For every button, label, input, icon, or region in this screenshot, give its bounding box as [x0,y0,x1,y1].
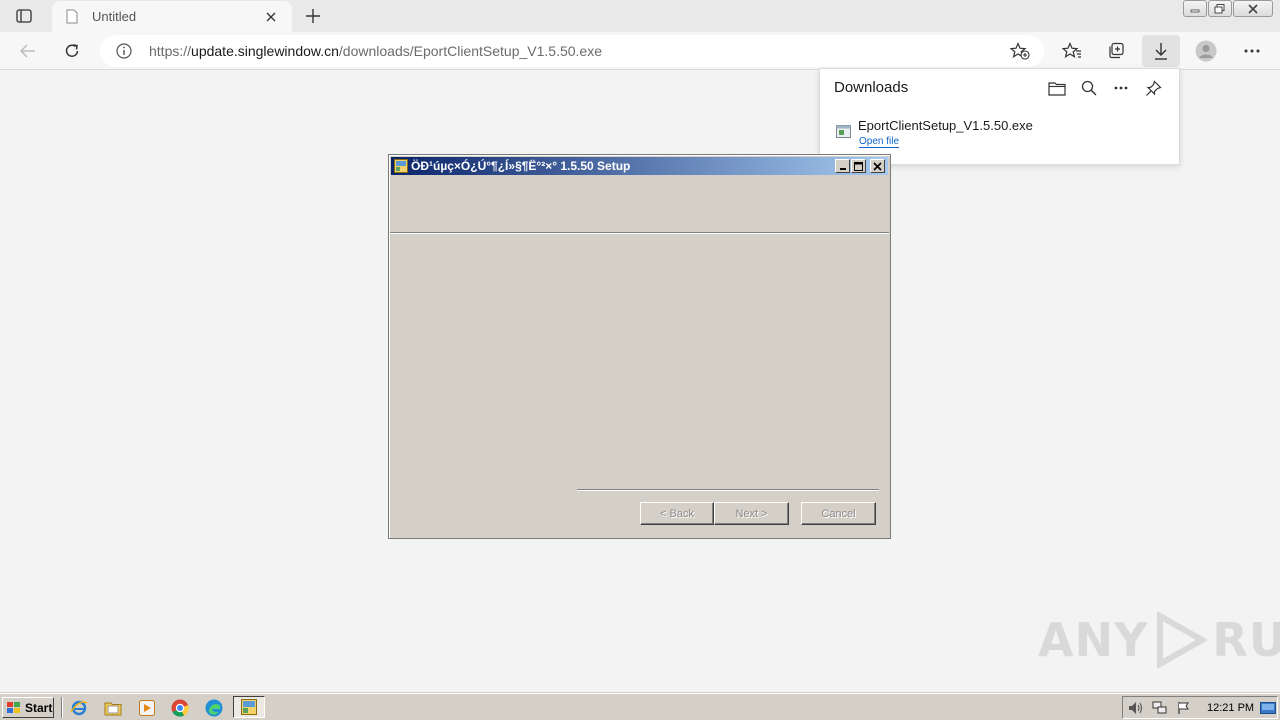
explorer-folder-icon[interactable] [103,698,123,718]
setup-header-area [390,175,889,233]
watermark-right: RUN [1212,613,1280,667]
close-icon[interactable] [262,8,280,26]
tab-actions-icon[interactable] [8,4,40,28]
chrome-icon[interactable] [170,698,190,718]
download-icon[interactable] [1142,35,1180,67]
back-button[interactable]: < Back [640,502,714,525]
tab-strip: Untitled [0,0,1280,32]
close-window-button[interactable] [1233,0,1273,17]
media-player-icon[interactable] [137,698,157,718]
restore-button[interactable] [1208,0,1232,17]
url-path: /downloads/EportClientSetup_V1.5.50.exe [338,43,602,59]
play-logo-icon [1157,612,1209,668]
start-label: Start [25,700,53,715]
info-icon[interactable] [116,43,132,64]
start-button[interactable]: Start [2,697,54,718]
watermark-left: ANY [1038,613,1149,667]
plus-icon[interactable] [300,4,326,28]
more-options-icon[interactable] [1110,78,1132,98]
downloads-title: Downloads [834,79,909,96]
more-icon[interactable] [1236,35,1268,67]
taskbar-separator [61,697,63,718]
back-icon[interactable] [12,35,44,67]
next-button[interactable]: Next > [714,502,789,525]
open-file-link[interactable]: Open file [859,136,900,148]
installer-taskbar-icon [241,699,257,715]
url-text[interactable]: https://update.singlewindow.cn/downloads… [149,43,602,59]
collections-icon[interactable] [1100,35,1132,67]
tab-untitled[interactable]: Untitled [52,1,292,32]
favorites-icon[interactable] [1056,35,1088,67]
show-desktop-icon[interactable] [1260,700,1276,716]
url-host: update.singlewindow.cn [191,43,339,59]
refresh-icon[interactable] [56,35,88,67]
taskbar-clock[interactable]: 12:21 PM [1207,702,1254,714]
downloads-panel: Downloads EportClientSetup_V1.5.50.exe O… [819,68,1180,165]
header-separator [390,232,889,234]
action-center-flag-icon[interactable] [1176,700,1192,716]
setup-close-icon[interactable] [870,159,885,173]
taskbar: Start 12:21 PM [0,693,1280,720]
profile-icon[interactable] [1190,35,1222,67]
page-icon [66,9,78,29]
setup-title: ÖÐ¹úµç×Ó¿Ú°¶¿Í»§¶Ë°²×° 1.5.50 Setup [411,159,631,173]
setup-minimize-icon[interactable] [835,159,850,173]
browser-toolbar: https://update.singlewindow.cn/downloads… [0,32,1280,70]
search-icon[interactable] [1078,78,1100,98]
edge-icon[interactable] [204,698,224,718]
folder-icon[interactable] [1046,78,1068,98]
exe-file-icon [836,125,851,143]
internet-explorer-icon[interactable] [69,698,89,718]
network-icon[interactable] [1152,700,1168,716]
tab-title: Untitled [92,9,137,24]
cancel-button[interactable]: Cancel [801,502,876,525]
address-bar[interactable]: https://update.singlewindow.cn/downloads… [100,35,1044,67]
setup-maximize-icon[interactable] [851,159,866,173]
windows-logo-icon [7,701,20,713]
pin-icon[interactable] [1142,78,1164,98]
taskbar-setup-item[interactable] [233,696,265,718]
download-filename[interactable]: EportClientSetup_V1.5.50.exe [858,118,1033,133]
url-scheme: https:// [149,43,192,59]
footer-separator [577,489,879,491]
setup-titlebar[interactable]: ÖÐ¹úµç×Ó¿Ú°¶¿Í»§¶Ë°²×° 1.5.50 Setup [391,157,888,175]
minimize-button[interactable] [1183,0,1207,17]
add-favorite-icon[interactable] [1009,41,1030,65]
system-tray: 12:21 PM [1122,696,1278,719]
anyrun-watermark: ANY RUN [1038,612,1280,668]
setup-window: ÖÐ¹úµç×Ó¿Ú°¶¿Í»§¶Ë°²×° 1.5.50 Setup < Ba… [388,154,891,539]
volume-icon[interactable] [1128,700,1144,716]
